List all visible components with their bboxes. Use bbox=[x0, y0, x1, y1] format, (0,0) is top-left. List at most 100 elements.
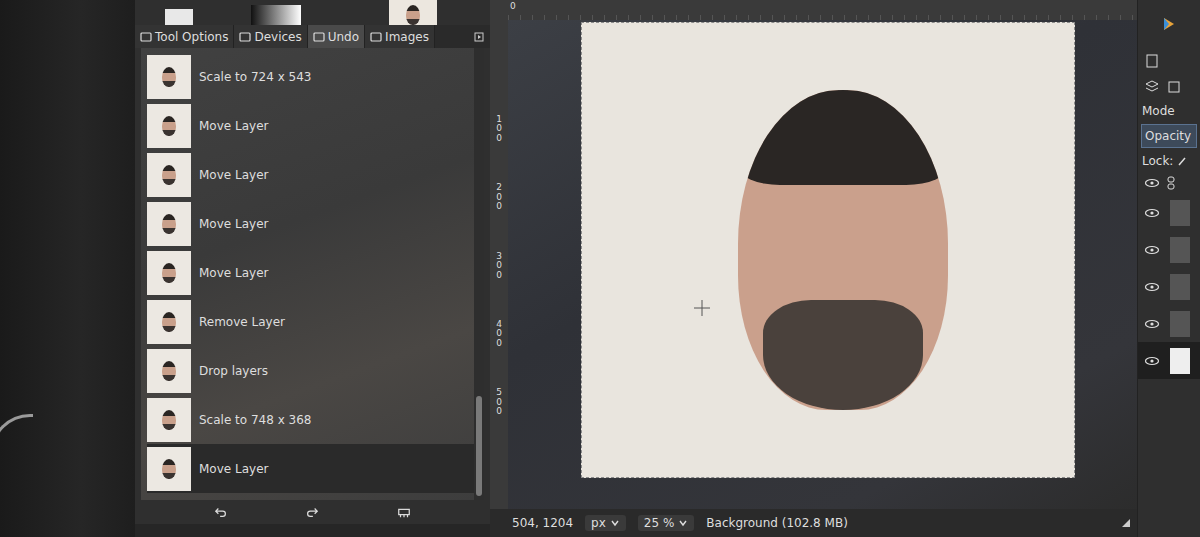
undo-item[interactable]: Move Layer bbox=[147, 199, 474, 248]
face-photo bbox=[162, 67, 176, 87]
layer-row[interactable] bbox=[1138, 268, 1200, 305]
image-thumbnail[interactable] bbox=[389, 0, 437, 25]
chevron-down-icon bbox=[678, 518, 688, 528]
tab-icon bbox=[370, 31, 382, 43]
eye-icon[interactable] bbox=[1144, 356, 1160, 366]
eye-icon[interactable] bbox=[1144, 245, 1160, 255]
tab-menu-icon[interactable] bbox=[474, 32, 484, 42]
undo-thumbnail bbox=[147, 300, 191, 344]
eye-icon[interactable] bbox=[1144, 282, 1160, 292]
undo-panel: Scale to 724 x 543Move LayerMove LayerMo… bbox=[141, 48, 484, 500]
image-canvas[interactable] bbox=[581, 22, 1075, 478]
undo-thumbnail bbox=[147, 55, 191, 99]
eye-icon[interactable] bbox=[1144, 208, 1160, 218]
dock-tab[interactable]: Tool Options bbox=[135, 25, 234, 48]
undo-item[interactable]: Scale to 724 x 543 bbox=[147, 52, 474, 101]
undo-list: Scale to 724 x 543Move LayerMove LayerMo… bbox=[141, 48, 474, 500]
layer-thumbnail bbox=[1170, 311, 1190, 337]
eye-icon[interactable] bbox=[1144, 178, 1160, 188]
layer-info: Background (102.8 MB) bbox=[706, 516, 1109, 530]
opacity-field[interactable]: Opacity bbox=[1141, 124, 1197, 148]
layers-empty bbox=[1138, 379, 1200, 537]
cable bbox=[0, 414, 33, 507]
undo-icon[interactable] bbox=[214, 505, 228, 519]
face-photo bbox=[162, 214, 176, 234]
dock-top-bar bbox=[135, 0, 490, 25]
ruler-label: 0 bbox=[510, 1, 516, 11]
layer-row[interactable] bbox=[1138, 231, 1200, 268]
face-photo bbox=[162, 165, 176, 185]
navigate-icon[interactable] bbox=[1121, 518, 1131, 528]
undo-thumbnail bbox=[147, 153, 191, 197]
redo-icon[interactable] bbox=[305, 505, 319, 519]
ruler-row: 0 bbox=[490, 0, 1137, 20]
undo-buttons bbox=[135, 500, 490, 524]
desk-background bbox=[0, 0, 135, 537]
undo-item[interactable]: Move Layer bbox=[147, 444, 474, 493]
canvas-row: 100200300400500 bbox=[490, 20, 1137, 509]
undo-item[interactable]: Move Layer bbox=[147, 101, 474, 150]
chain-icon[interactable] bbox=[1166, 176, 1176, 190]
hair bbox=[738, 90, 948, 185]
scrollbar[interactable] bbox=[474, 48, 484, 500]
undo-thumbnail bbox=[147, 202, 191, 246]
chevron-down-icon bbox=[610, 518, 620, 528]
dock-tab[interactable]: Images bbox=[365, 25, 435, 48]
document-icon[interactable] bbox=[1144, 53, 1160, 69]
ruler-corner[interactable] bbox=[490, 0, 508, 20]
undo-thumbnail bbox=[147, 398, 191, 442]
tab-icon bbox=[140, 31, 152, 43]
ruler-label: 400 bbox=[496, 320, 502, 348]
layer-row[interactable] bbox=[1138, 342, 1200, 379]
scroll-thumb[interactable] bbox=[476, 396, 482, 496]
layer-thumbnail bbox=[1170, 200, 1190, 226]
brush-thumbnail[interactable] bbox=[165, 9, 193, 25]
tab-icon bbox=[313, 31, 325, 43]
layers-dock-top bbox=[1138, 0, 1200, 48]
lock-row: Lock: bbox=[1138, 150, 1200, 172]
clear-history-icon[interactable] bbox=[397, 505, 411, 519]
undo-item[interactable]: Scale to 748 x 368 bbox=[147, 395, 474, 444]
ruler-label: 500 bbox=[496, 388, 502, 416]
unit-select[interactable]: px bbox=[585, 515, 626, 531]
layer-row[interactable] bbox=[1138, 305, 1200, 342]
layers-dock: ModeOpacityLock: bbox=[1137, 0, 1200, 537]
dock-tab[interactable]: Undo bbox=[308, 25, 365, 48]
brush-icon[interactable] bbox=[1177, 156, 1187, 166]
face-photo bbox=[162, 116, 176, 136]
channels-icon[interactable] bbox=[1166, 79, 1182, 95]
mode-row[interactable]: Mode bbox=[1138, 100, 1200, 122]
canvas-viewport[interactable] bbox=[508, 20, 1137, 509]
face-photo bbox=[738, 90, 948, 410]
layers-toolbar bbox=[1138, 48, 1200, 74]
layer-row[interactable] bbox=[1138, 194, 1200, 231]
undo-item[interactable]: Remove Layer bbox=[147, 297, 474, 346]
ruler-label: 200 bbox=[496, 183, 502, 211]
undo-thumbnail bbox=[147, 447, 191, 491]
pointer-coordinates: 504, 1204 bbox=[512, 516, 573, 530]
face-photo bbox=[162, 459, 176, 479]
dock-bottom bbox=[135, 524, 490, 537]
undo-thumbnail bbox=[147, 349, 191, 393]
app-icon[interactable] bbox=[1161, 16, 1177, 32]
undo-item[interactable]: Move Layer bbox=[147, 150, 474, 199]
dock-tabs: Tool OptionsDevicesUndoImages bbox=[135, 25, 490, 48]
dock-tab[interactable]: Devices bbox=[234, 25, 307, 48]
zoom-select[interactable]: 25 % bbox=[638, 515, 695, 531]
ruler-label: 300 bbox=[496, 252, 502, 280]
horizontal-ruler: 0 bbox=[508, 0, 1137, 20]
crosshair-cursor-icon bbox=[692, 298, 712, 318]
layers-icon[interactable] bbox=[1144, 79, 1160, 95]
face-photo bbox=[406, 5, 420, 25]
face-photo bbox=[162, 263, 176, 283]
layers-tabs bbox=[1138, 74, 1200, 100]
undo-item[interactable]: Drop layers bbox=[147, 346, 474, 395]
gradient-thumbnail[interactable] bbox=[251, 5, 301, 25]
undo-item[interactable]: Move Layer bbox=[147, 248, 474, 297]
layer-thumbnail bbox=[1170, 348, 1190, 374]
face-photo bbox=[162, 312, 176, 332]
gimp-window: Tool OptionsDevicesUndoImagesScale to 72… bbox=[135, 0, 1200, 537]
status-bar: 504, 1204 px 25 % Background (102.8 MB) bbox=[490, 509, 1137, 537]
layers-header bbox=[1138, 172, 1200, 194]
eye-icon[interactable] bbox=[1144, 319, 1160, 329]
